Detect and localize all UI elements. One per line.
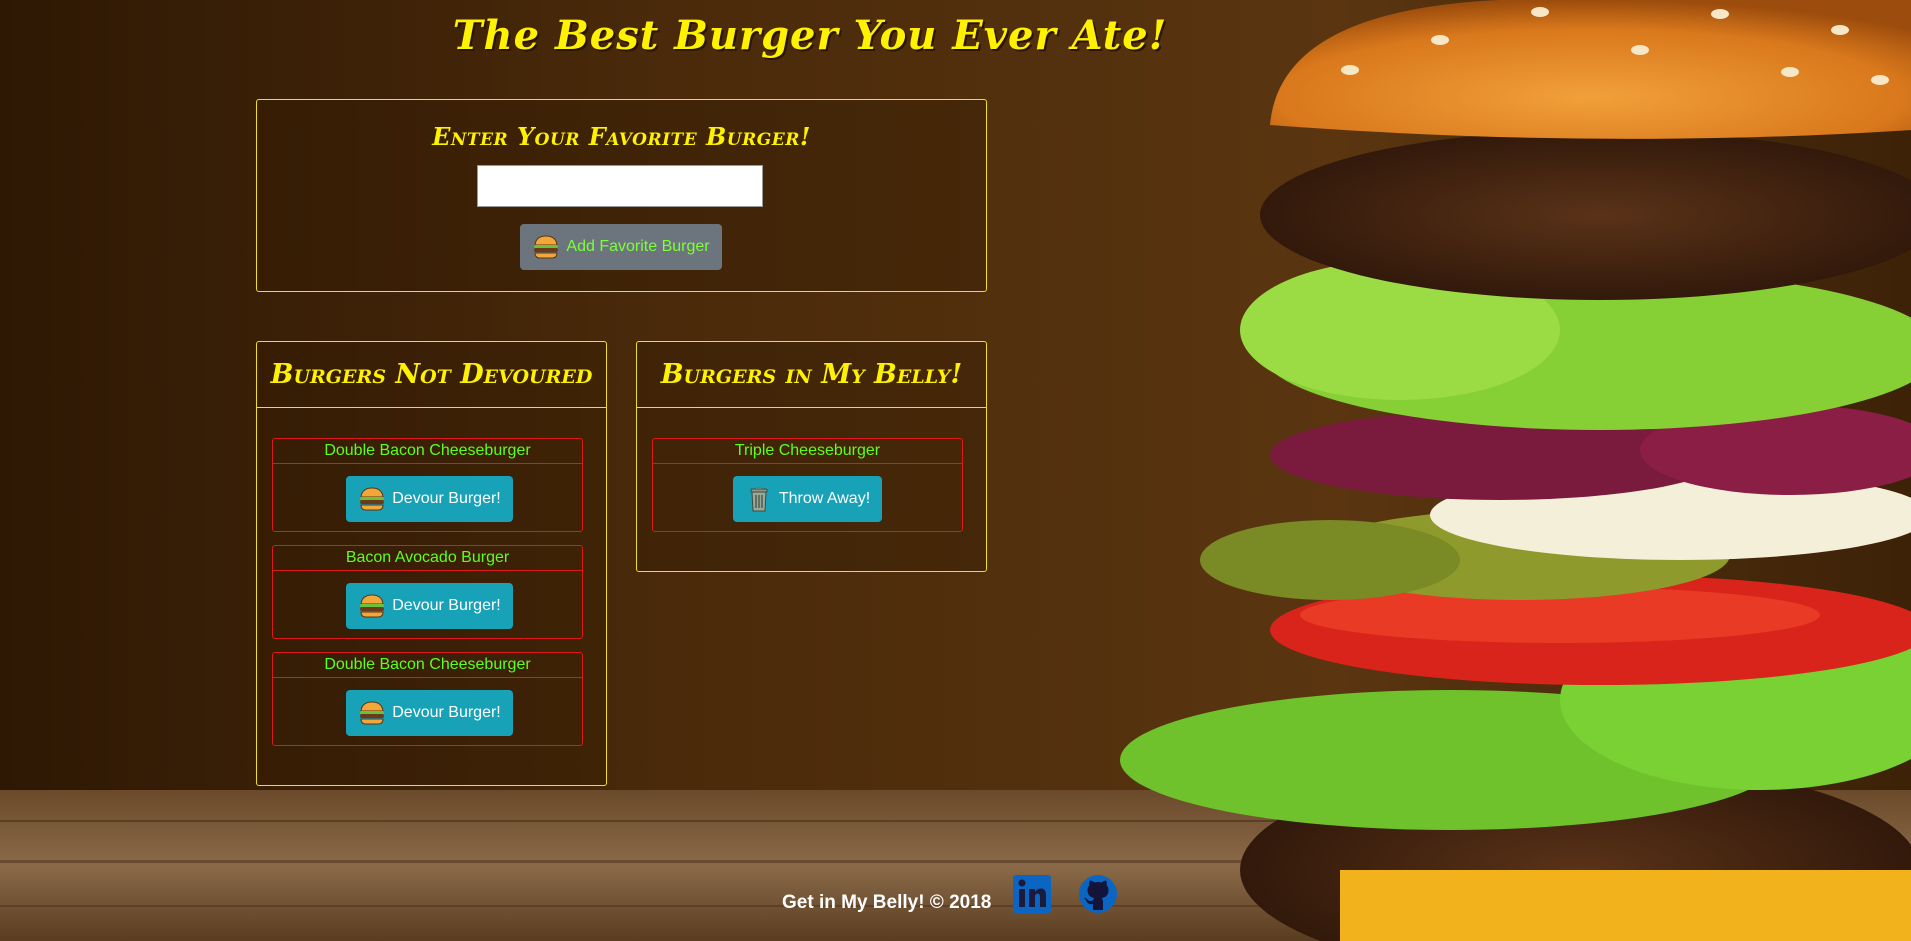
devour-button-label: Devour Burger!: [392, 490, 501, 507]
devour-burger-button[interactable]: Devour Burger!: [346, 690, 513, 736]
add-burger-panel: Enter Your Favorite Burger! Add Favorite…: [256, 99, 987, 292]
devour-button-label: Devour Burger!: [392, 597, 501, 614]
add-burger-heading: Enter Your Favorite Burger!: [432, 122, 811, 151]
burger-icon: [360, 701, 385, 725]
burger-name: Triple Cheeseburger: [653, 439, 962, 464]
devoured-header: Burgers in My Belly!: [637, 342, 986, 408]
burger-name: Bacon Avocado Burger: [273, 546, 582, 571]
add-favorite-burger-button[interactable]: Add Favorite Burger: [520, 224, 722, 270]
page-title: The Best Burger You Ever Ate!: [452, 12, 1168, 59]
devoured-heading: Burgers in My Belly!: [660, 359, 963, 390]
throw-away-button-label: Throw Away!: [778, 490, 871, 507]
burger-name: Double Bacon Cheeseburger: [273, 439, 582, 464]
devour-burger-button[interactable]: Devour Burger!: [346, 583, 513, 629]
burger-card: Bacon Avocado Burger Devour Burger!: [272, 545, 583, 639]
burgers-not-devoured-panel: Burgers Not Devoured Double Bacon Cheese…: [256, 341, 607, 786]
burger-icon: [534, 235, 559, 259]
burger-icon: [360, 594, 385, 618]
devour-button-label: Devour Burger!: [392, 704, 501, 721]
page: The Best Burger You Ever Ate! Enter Your…: [0, 0, 1911, 941]
footer-copyright: Get in My Belly! © 2018: [782, 892, 992, 913]
burger-name: Double Bacon Cheeseburger: [273, 653, 582, 678]
burgers-in-belly-panel: Burgers in My Belly! Triple Cheeseburger…: [636, 341, 987, 572]
burger-icon: [360, 487, 385, 511]
github-icon[interactable]: [1078, 874, 1118, 914]
burger-card: Double Bacon Cheeseburger Devour Burger!: [272, 438, 583, 532]
linkedin-icon[interactable]: [1012, 874, 1052, 914]
trash-can-icon: [750, 487, 768, 512]
burger-name-input[interactable]: [477, 165, 763, 207]
throw-away-button[interactable]: Throw Away!: [733, 476, 882, 522]
not-devoured-heading: Burgers Not Devoured: [270, 359, 593, 390]
not-devoured-header: Burgers Not Devoured: [257, 342, 606, 408]
devoured-burger-card: Triple Cheeseburger Throw Away!: [652, 438, 963, 532]
burger-card: Double Bacon Cheeseburger Devour Burger!: [272, 652, 583, 746]
add-burger-button-label: Add Favorite Burger: [566, 238, 710, 255]
devour-burger-button[interactable]: Devour Burger!: [346, 476, 513, 522]
